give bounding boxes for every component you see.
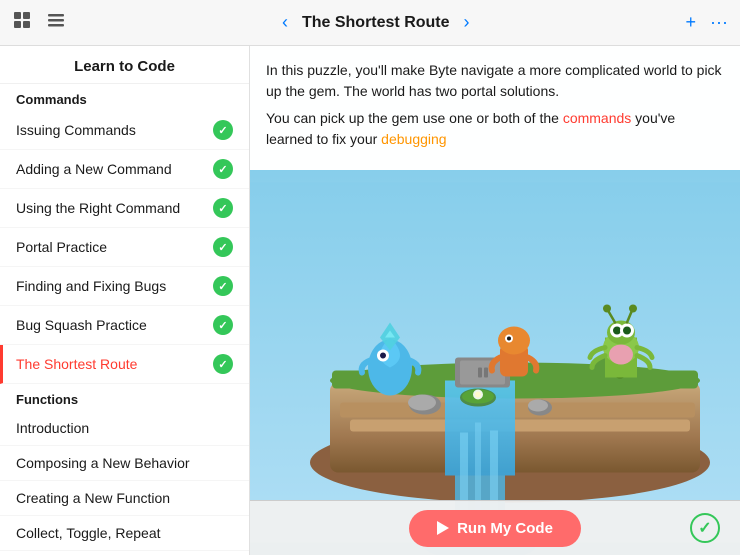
item-label: The Shortest Route [16,356,137,372]
debugging-link[interactable]: debugging [381,131,446,147]
nav-next-button[interactable]: › [458,10,476,35]
add-button[interactable]: + [686,12,697,33]
view-toggle-group [12,10,66,35]
sidebar-item-across-the-board[interactable]: Across the Board [0,551,249,555]
success-checkmark: ✓ [690,513,720,543]
bottom-bar: Run My Code ✓ [250,500,740,555]
item-label: Composing a New Behavior [16,455,190,471]
item-label: Adding a New Command [16,161,172,177]
section-functions: Functions [0,384,249,411]
sidebar-item-introduction[interactable]: Introduction [0,411,249,446]
sidebar-item-issuing-commands[interactable]: Issuing Commands [0,111,249,150]
item-label: Creating a New Function [16,490,170,506]
main-layout: Learn to Code Commands Issuing Commands … [0,46,740,555]
sidebar-item-collect-toggle-repeat[interactable]: Collect, Toggle, Repeat [0,516,249,551]
content-text-2: You can pick up the gem use one or both … [266,108,724,150]
grid-view-icon[interactable] [12,10,32,35]
list-view-icon[interactable] [46,10,66,35]
right-content: In this puzzle, you'll make Byte navigat… [250,46,740,555]
sidebar: Learn to Code Commands Issuing Commands … [0,46,250,555]
item-label: Collect, Toggle, Repeat [16,525,161,541]
completed-icon [213,276,233,296]
item-label: Using the Right Command [16,200,180,216]
top-bar: ‹ The Shortest Route › + ··· [0,0,740,46]
more-button[interactable]: ··· [710,12,728,33]
sidebar-item-finding-fixing-bugs[interactable]: Finding and Fixing Bugs [0,267,249,306]
completed-icon [213,315,233,335]
run-button-label: Run My Code [457,520,553,537]
item-label: Issuing Commands [16,122,136,138]
sidebar-header: Learn to Code [0,46,249,84]
completed-icon [213,159,233,179]
text-panel: In this puzzle, you'll make Byte navigat… [250,46,740,170]
completed-icon [213,237,233,257]
item-label: Bug Squash Practice [16,317,147,333]
play-icon [437,521,449,535]
scene-illustration [250,170,740,555]
nav-prev-button[interactable]: ‹ [276,10,294,35]
item-label: Finding and Fixing Bugs [16,278,166,294]
sidebar-item-bug-squash-practice[interactable]: Bug Squash Practice [0,306,249,345]
section-commands: Commands [0,84,249,111]
sidebar-item-using-right-command[interactable]: Using the Right Command [0,189,249,228]
top-right-actions: + ··· [686,12,729,33]
commands-link[interactable]: commands [563,110,631,126]
item-label: Introduction [16,420,89,436]
completed-icon [213,198,233,218]
sidebar-item-composing-new-behavior[interactable]: Composing a New Behavior [0,446,249,481]
sidebar-item-shortest-route[interactable]: The Shortest Route [0,345,249,384]
scene-area: Run My Code ✓ [250,170,740,555]
completed-icon [213,120,233,140]
content-text-1: In this puzzle, you'll make Byte navigat… [266,60,724,102]
sidebar-item-portal-practice[interactable]: Portal Practice [0,228,249,267]
item-label: Portal Practice [16,239,107,255]
completed-icon [213,354,233,374]
nav-group: ‹ The Shortest Route › [276,10,476,35]
run-my-code-button[interactable]: Run My Code [409,510,581,547]
page-title: The Shortest Route [302,14,450,32]
sidebar-item-creating-new-function[interactable]: Creating a New Function [0,481,249,516]
sidebar-item-adding-new-command[interactable]: Adding a New Command [0,150,249,189]
